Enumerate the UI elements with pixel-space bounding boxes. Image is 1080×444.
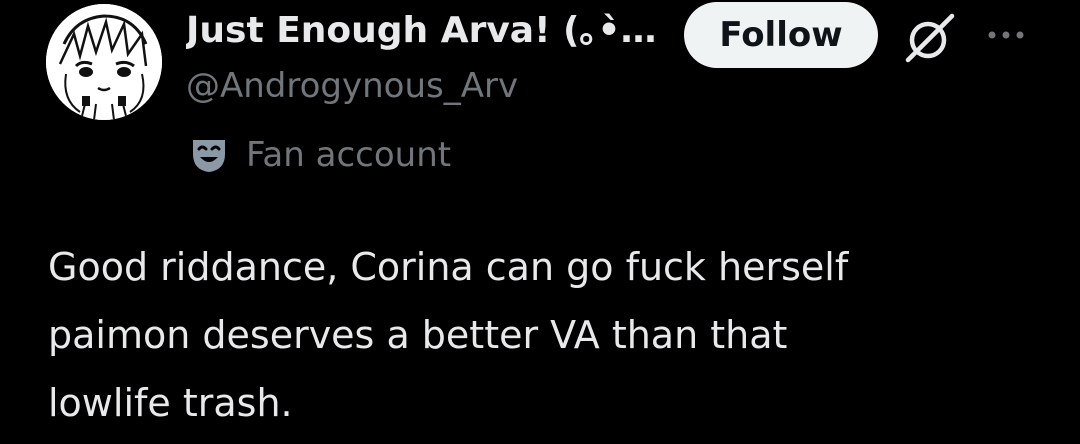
display-name[interactable]: Just Enough Arva! (｡•̀… — [186, 8, 656, 54]
theater-mask-icon — [190, 136, 228, 174]
tweet-text: Good riddance, Corina can go fuck hersel… — [48, 233, 1048, 437]
fan-account-badge: Fan account — [190, 130, 451, 180]
tweet-line: paimon deserves a better VA than that — [48, 313, 788, 357]
user-handle[interactable]: @Androgynous_Arv — [186, 64, 518, 108]
avatar-image — [46, 4, 162, 120]
follow-button[interactable]: Follow — [684, 2, 878, 68]
avatar[interactable] — [46, 4, 162, 120]
tweet-line: lowlife trash. — [48, 381, 293, 425]
badge-label: Fan account — [246, 135, 452, 175]
tweet-line: Good riddance, Corina can go fuck hersel… — [48, 245, 849, 289]
more-horizontal-icon[interactable] — [982, 20, 1030, 50]
grok-icon[interactable] — [902, 10, 958, 66]
